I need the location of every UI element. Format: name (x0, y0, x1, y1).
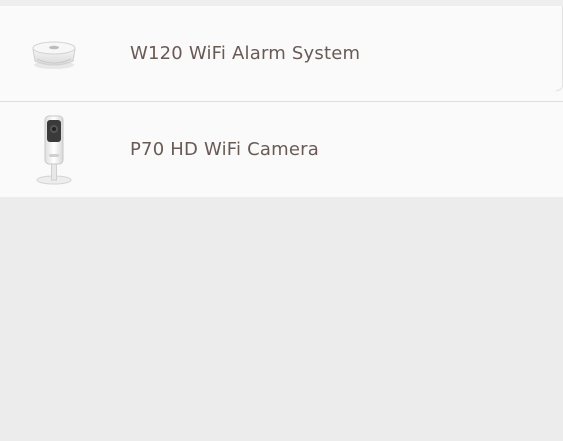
device-name-label: W120 WiFi Alarm System (130, 43, 361, 64)
empty-area (0, 197, 563, 441)
device-name-label: P70 HD WiFi Camera (130, 139, 320, 160)
device-row-p70[interactable]: P70 HD WiFi Camera (0, 101, 563, 197)
camera-icon (26, 110, 82, 190)
scroll-indicator (556, 6, 563, 91)
device-row-w120[interactable]: W120 WiFi Alarm System (0, 6, 563, 101)
device-list: W120 WiFi Alarm System P70 HD WiFi Camer… (0, 6, 563, 197)
alarm-hub-icon (26, 14, 82, 94)
